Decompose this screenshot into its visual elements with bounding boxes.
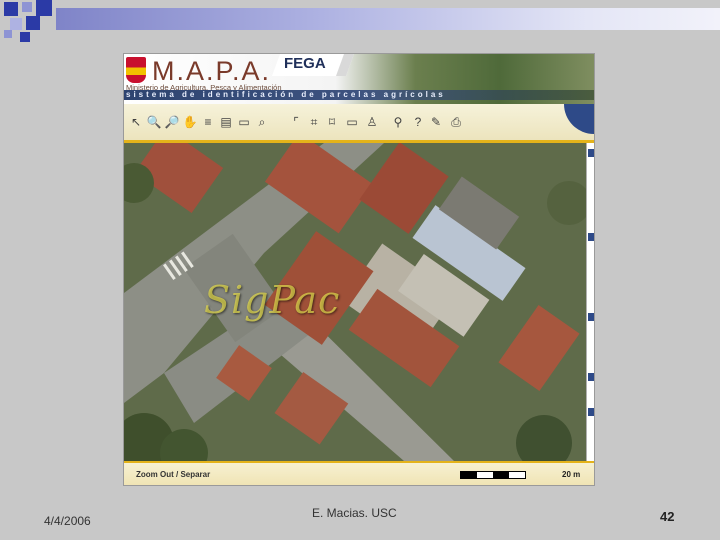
deco-square xyxy=(10,18,22,30)
sigpac-watermark: SigPac xyxy=(204,278,341,322)
draw-line-icon[interactable]: ⌗ xyxy=(306,114,322,130)
zoom-in-icon[interactable]: 🔍 xyxy=(146,114,162,130)
map-side-scrollbar[interactable] xyxy=(586,143,594,461)
sigpac-application-window: M.A.P.A. Ministerio de Agricultura, Pesc… xyxy=(124,54,594,485)
deco-square xyxy=(36,0,52,16)
toolbar-corner-decoration xyxy=(564,104,594,134)
map-scale-bar xyxy=(460,471,526,479)
user-icon[interactable]: ♙ xyxy=(364,114,380,130)
deco-square xyxy=(22,2,32,12)
scrollbar-marker xyxy=(588,408,594,416)
slide-date: 4/4/2006 xyxy=(44,514,91,528)
slide-page-number: 42 xyxy=(660,509,675,524)
fega-logo-text: FEGA xyxy=(284,55,326,72)
print-icon[interactable]: ⎙ xyxy=(448,114,464,130)
scrollbar-marker xyxy=(588,313,594,321)
aerial-map-view[interactable]: SigPac xyxy=(124,143,586,461)
coat-of-arms-icon xyxy=(126,57,146,83)
app-banner: M.A.P.A. Ministerio de Agricultura, Pesc… xyxy=(124,54,594,104)
scrollbar-marker xyxy=(588,373,594,381)
tools-icon[interactable]: ✎ xyxy=(428,114,444,130)
slide-author: E. Macias. USC xyxy=(312,506,397,520)
current-action-label: Zoom Out / Separar xyxy=(136,470,211,479)
scrollbar-marker xyxy=(588,233,594,241)
slide-decoration xyxy=(0,0,60,48)
layers-icon[interactable]: ≡ xyxy=(200,114,216,130)
status-bar: Zoom Out / Separar 20 m xyxy=(124,461,594,485)
deco-square xyxy=(4,2,18,16)
map-toolbar: ↖ 🔍 🔎 ✋ ≡ ▤ ▭ ⌕ ⌜ ⌗ ⌑ ▭ ♙ ⚲? ✎ ⎙ xyxy=(124,104,594,143)
deco-square xyxy=(26,16,40,30)
deco-square xyxy=(20,32,30,42)
binoculars-search-icon[interactable]: ⌕ xyxy=(254,114,270,130)
deco-square xyxy=(4,30,12,38)
draw-point-icon[interactable]: ⌜ xyxy=(288,114,304,130)
erase-icon[interactable]: ▭ xyxy=(344,114,360,130)
map-scale-label: 20 m xyxy=(562,470,581,479)
scrollbar-marker xyxy=(588,149,594,157)
select-arrow-icon[interactable]: ↖ xyxy=(128,114,144,130)
pan-hand-icon[interactable]: ✋ xyxy=(182,114,198,130)
find-icon[interactable]: ⚲ xyxy=(390,114,406,130)
slide-title-bar xyxy=(56,8,720,30)
open-folder-icon[interactable]: ▭ xyxy=(236,114,252,130)
system-name: sistema de identificación de parcelas ag… xyxy=(126,90,446,99)
legend-icon[interactable]: ▤ xyxy=(218,114,234,130)
orthophoto xyxy=(124,143,586,461)
help-icon[interactable]: ? xyxy=(410,114,426,130)
draw-polygon-icon[interactable]: ⌑ xyxy=(324,114,340,130)
zoom-out-icon[interactable]: 🔎 xyxy=(164,114,180,130)
